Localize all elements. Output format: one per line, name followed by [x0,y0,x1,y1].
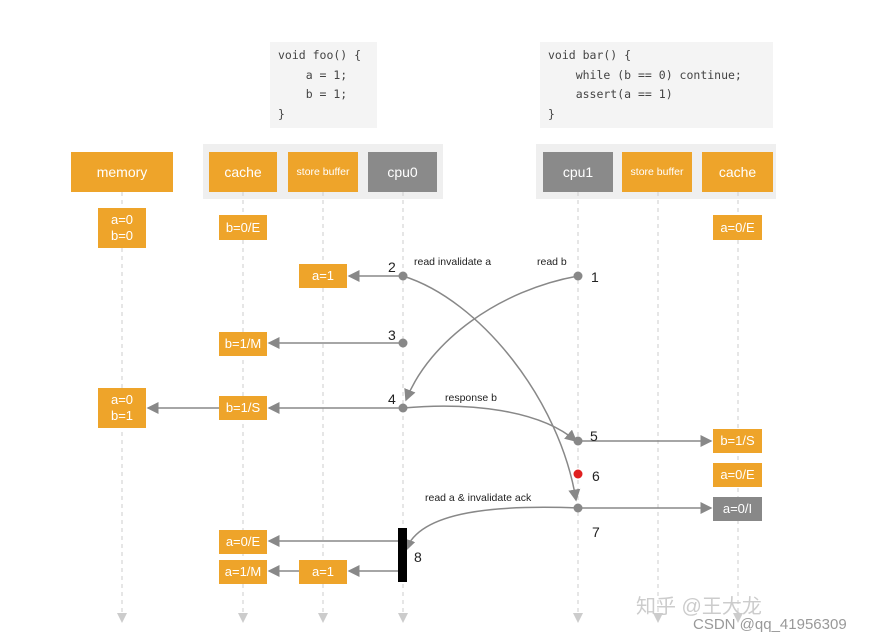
header-cache1: cache [702,152,773,192]
value: a=0 [110,212,134,227]
label-response-b: response b [445,392,497,404]
step-3: 3 [388,327,396,343]
arrow-ack [403,506,579,552]
point-1 [573,271,583,281]
point-4 [398,403,408,413]
header-cpu1: cpu1 [543,152,613,192]
point-5 [573,436,583,446]
label-ack: read a & invalidate ack [425,492,532,504]
point-7 [573,503,583,513]
watermark: 知乎 @王大龙 [636,596,762,618]
header-memory: memory [71,152,173,192]
point-3 [398,338,408,348]
value: b=0 [110,228,134,243]
step-5: 5 [590,428,598,444]
label-read-invalidate: read invalidate a [414,256,492,268]
cache0-a1m: a=1/M [219,560,267,584]
header-cpu0: cpu0 [368,152,437,192]
memory-after: a=0 b=1 [98,388,146,428]
cache1-b1s: b=1/S [713,429,762,453]
cache0-a0e: a=0/E [219,530,267,554]
cache0-b1m: b=1/M [219,332,267,356]
cache0-b1s: b=1/S [219,396,267,420]
arrow-response-b [402,405,578,442]
step-4: 4 [388,391,396,407]
store-buffer-a1-flush: a=1 [299,560,347,584]
cache1-initial: a=0/E [713,215,762,240]
barrier-bar [398,528,407,582]
cache1-a0i: a=0/I [713,497,762,521]
memory-initial: a=0 b=0 [98,208,146,248]
step-6: 6 [592,468,600,484]
step-7: 7 [592,524,600,540]
header-cache0: cache [209,152,277,192]
credit: CSDN @qq_41956309 [693,616,847,633]
cache1-a0e: a=0/E [713,463,762,487]
point-2 [398,271,408,281]
store-buffer-a1: a=1 [299,264,347,288]
step-8: 8 [414,549,422,565]
value: b=1 [110,408,134,423]
cache0-initial: b=0/E [219,215,267,240]
value: a=0 [110,392,134,407]
lifelines-arrows [117,192,743,623]
step-2: 2 [388,259,396,275]
point-6 [573,469,583,479]
header-store-buffer1: store buffer [622,152,692,192]
header-store-buffer0: store buffer [288,152,358,192]
label-read-b: read b [537,256,567,268]
arrow-read-b [404,275,579,402]
step-1: 1 [591,269,599,285]
